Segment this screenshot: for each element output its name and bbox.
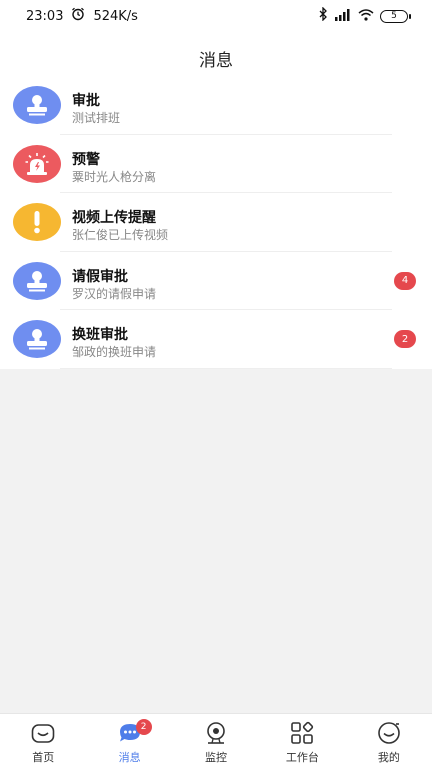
message-subtitle: 张仁俊已上传视频 [72,228,169,242]
stamp-icon [13,320,61,358]
tab-bar: 首页 2 消息 监控 工作台 我的 [0,713,432,768]
message-item-leave-approval[interactable]: 请假审批 罗汉的请假申请 4 [0,252,432,310]
camera-icon [203,720,229,746]
message-item-approval[interactable]: 审批 测试排班 [0,76,432,135]
nav-bar: 消息 [0,40,432,76]
wifi-icon [358,8,374,25]
message-subtitle: 粟时光人枪分离 [72,169,157,184]
message-title: 审批 [72,93,100,109]
message-item-video-upload[interactable]: 视频上传提醒 张仁俊已上传视频 [0,193,432,252]
tab-profile[interactable]: 我的 [346,714,432,768]
battery-level: 5 [391,11,397,21]
signal-icon [334,8,352,25]
battery-icon: 5 [380,9,411,23]
status-time: 23:03 [26,8,64,24]
message-subtitle: 罗汉的请假申请 [72,286,157,301]
divider [60,367,392,369]
alarm-icon [71,7,85,25]
unread-badge: 4 [394,271,416,290]
bluetooth-icon [318,6,328,25]
message-item-shift-approval[interactable]: 换班审批 邹政的换班申请 2 [0,310,432,369]
tab-label: 我的 [377,751,400,764]
page-title: 消息 [199,50,233,71]
tab-label: 首页 [32,751,55,764]
tab-monitor[interactable]: 监控 [173,714,259,768]
tab-messages[interactable]: 2 消息 [86,714,172,768]
grid-icon [289,720,315,746]
status-bar: 23:03 524K/s 5 [0,0,432,32]
tab-workbench[interactable]: 工作台 [259,714,345,768]
unread-badge: 2 [394,330,416,348]
exclamation-icon [13,203,61,241]
message-title: 换班审批 [72,327,128,343]
message-title: 视频上传提醒 [72,210,156,226]
message-subtitle: 测试排班 [72,111,121,125]
tab-badge: 2 [135,719,152,735]
tab-label: 监控 [205,751,228,764]
message-title: 请假审批 [72,268,128,285]
alarm-light-icon [13,144,61,183]
message-list: 审批 测试排班 预警 粟时光人枪分离 视频上传提醒 张仁俊已上传视频 请假审批 … [0,76,432,369]
profile-icon [376,720,402,746]
home-icon [30,720,56,746]
tab-label: 工作台 [285,751,319,764]
message-item-warning[interactable]: 预警 粟时光人枪分离 [0,135,432,193]
network-speed: 524K/s [93,8,138,24]
tab-home[interactable]: 首页 [0,714,86,768]
stamp-icon [13,261,61,300]
tab-label: 消息 [118,751,141,764]
stamp-icon [13,86,61,124]
message-title: 预警 [72,151,100,168]
message-subtitle: 邹政的换班申请 [72,345,157,359]
